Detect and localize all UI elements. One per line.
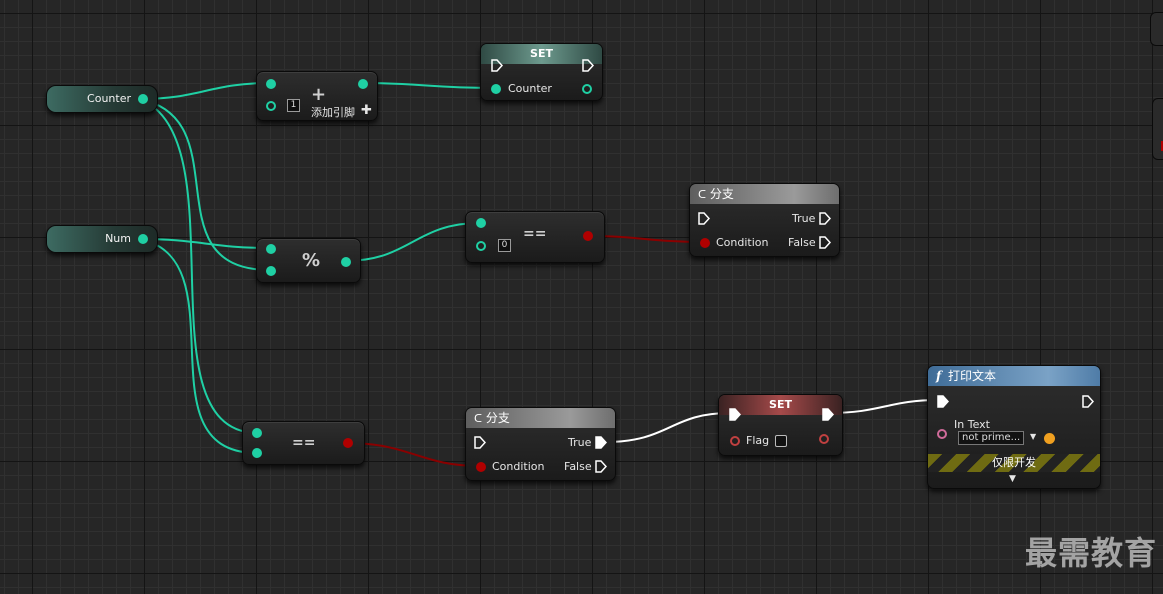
offscreen-node-top[interactable]: [1150, 12, 1163, 46]
branch-top-node[interactable]: ᑕ 分支 True Condition False: [689, 183, 840, 257]
add-node[interactable]: 1 + 添加引脚 ✚: [256, 71, 378, 121]
set-flag-node[interactable]: SET Flag: [718, 394, 843, 456]
wire-counter-to-equals: [139, 98, 257, 434]
exec-false-pin-icon[interactable]: [819, 236, 831, 249]
branch-icon: ᑕ: [698, 188, 707, 201]
modulo-output-pin[interactable]: [341, 257, 351, 267]
branch-top-header: ᑕ 分支: [690, 184, 839, 204]
wire-equals-to-branch: [346, 442, 481, 467]
wire-counter-to-add: [139, 82, 271, 100]
branch-bottom-true-label: True: [568, 436, 592, 449]
modulo-operator: %: [302, 250, 321, 271]
add-literal-box[interactable]: 1: [287, 99, 300, 112]
branch-bottom-false-label: False: [564, 460, 592, 473]
counter-output-pin[interactable]: [138, 94, 148, 104]
modulo-input-b-pin[interactable]: [266, 266, 276, 276]
exec-out-pin-icon[interactable]: [1082, 395, 1094, 408]
exec-out-pin-icon[interactable]: [582, 59, 594, 72]
offscreen-node-middle[interactable]: [1152, 98, 1163, 160]
exec-in-pin-icon[interactable]: [698, 212, 710, 225]
branch-bottom-header: ᑕ 分支: [466, 408, 615, 428]
add-input-a-pin[interactable]: [266, 79, 276, 89]
num-output-pin[interactable]: [138, 234, 148, 244]
num-variable-node[interactable]: Num: [46, 225, 158, 253]
exec-true-pin-icon[interactable]: [819, 212, 831, 225]
wire-exec-set-to-print: [829, 399, 939, 414]
equals-zero-input-a-pin[interactable]: [476, 218, 486, 228]
branch-top-true-label: True: [792, 212, 816, 225]
wire-exec-branch-to-set: [604, 412, 731, 443]
chevron-down-icon[interactable]: ▼: [1030, 432, 1036, 441]
branch-top-false-label: False: [788, 236, 816, 249]
branch-bottom-node[interactable]: ᑕ 分支 True Condition False: [465, 407, 616, 481]
dev-only-label: 仅限开发: [992, 456, 1036, 469]
exec-false-pin-icon[interactable]: [595, 460, 607, 473]
wire-num-to-equals: [139, 238, 257, 454]
watermark: 最需教育: [1024, 534, 1157, 572]
set-flag-output-pin[interactable]: [819, 434, 829, 444]
modulo-node[interactable]: %: [256, 238, 361, 283]
exec-in-pin-icon[interactable]: [491, 59, 503, 72]
set-counter-output-pin[interactable]: [582, 84, 592, 94]
exec-in-pin-icon[interactable]: [474, 436, 486, 449]
modulo-input-a-pin[interactable]: [266, 244, 276, 254]
branch-icon: ᑕ: [474, 412, 483, 425]
branch-top-condition-label: Condition: [716, 236, 769, 249]
wire-num-to-modulo: [139, 238, 271, 249]
exec-true-pin-icon[interactable]: [595, 436, 607, 449]
num-variable-label: Num: [105, 232, 131, 245]
set-flag-pin-label: Flag: [746, 434, 770, 447]
equals-bottom-input-b-pin[interactable]: [252, 448, 262, 458]
wire-add-to-set: [360, 82, 496, 89]
add-operator: +: [311, 84, 327, 105]
equals-bottom-output-pin[interactable]: [343, 438, 353, 448]
in-text-pin[interactable]: [937, 429, 947, 439]
equals-zero-output-pin[interactable]: [583, 231, 593, 241]
wire-counter-to-modulo: [139, 98, 271, 271]
branch-bottom-condition-label: Condition: [492, 460, 545, 473]
set-flag-input-pin[interactable]: [730, 436, 740, 446]
add-output-pin[interactable]: [358, 79, 368, 89]
equals-zero-input-b-pin[interactable]: [476, 241, 486, 251]
equals-zero-node[interactable]: 0 ==: [465, 211, 605, 263]
equals-zero-literal-box[interactable]: 0: [498, 239, 511, 252]
add-pin-icon[interactable]: ✚: [361, 103, 372, 118]
dev-only-banner: 仅限开发: [928, 454, 1100, 472]
add-input-b-pin[interactable]: [266, 101, 276, 111]
print-text-header: f 打印文本: [928, 366, 1100, 386]
set-flag-checkbox[interactable]: [775, 435, 787, 447]
equals-bottom-input-a-pin[interactable]: [252, 428, 262, 438]
counter-variable-node[interactable]: Counter: [46, 85, 158, 113]
branch-top-title: 分支: [709, 187, 734, 201]
exec-in-pin-icon[interactable]: [729, 408, 741, 421]
set-counter-node[interactable]: SET Counter: [480, 43, 603, 101]
branch-bottom-title: 分支: [485, 411, 510, 425]
warning-icon: [1044, 433, 1055, 444]
in-text-label: In Text: [954, 418, 990, 431]
equals-bottom-operator: ==: [292, 435, 316, 451]
counter-variable-label: Counter: [87, 92, 131, 105]
set-counter-input-pin[interactable]: [491, 84, 501, 94]
branch-top-condition-pin[interactable]: [700, 238, 710, 248]
function-icon: f: [936, 369, 942, 383]
equals-bottom-node[interactable]: ==: [242, 421, 365, 465]
print-text-node[interactable]: f 打印文本 In Text not prime... ▼ 仅限开发 ▼: [927, 365, 1101, 489]
print-text-title: 打印文本: [948, 369, 997, 383]
exec-in-pin-icon[interactable]: [937, 395, 949, 408]
equals-zero-operator: ==: [523, 226, 547, 242]
wire-modulo-to-equals0: [344, 222, 481, 262]
exec-out-pin-icon[interactable]: [822, 408, 834, 421]
in-text-value-field[interactable]: not prime...: [958, 431, 1024, 445]
set-counter-pin-label: Counter: [508, 82, 552, 95]
branch-bottom-condition-pin[interactable]: [476, 462, 486, 472]
expand-icon[interactable]: ▼: [1009, 474, 1016, 484]
add-pin-label[interactable]: 添加引脚: [311, 104, 355, 120]
